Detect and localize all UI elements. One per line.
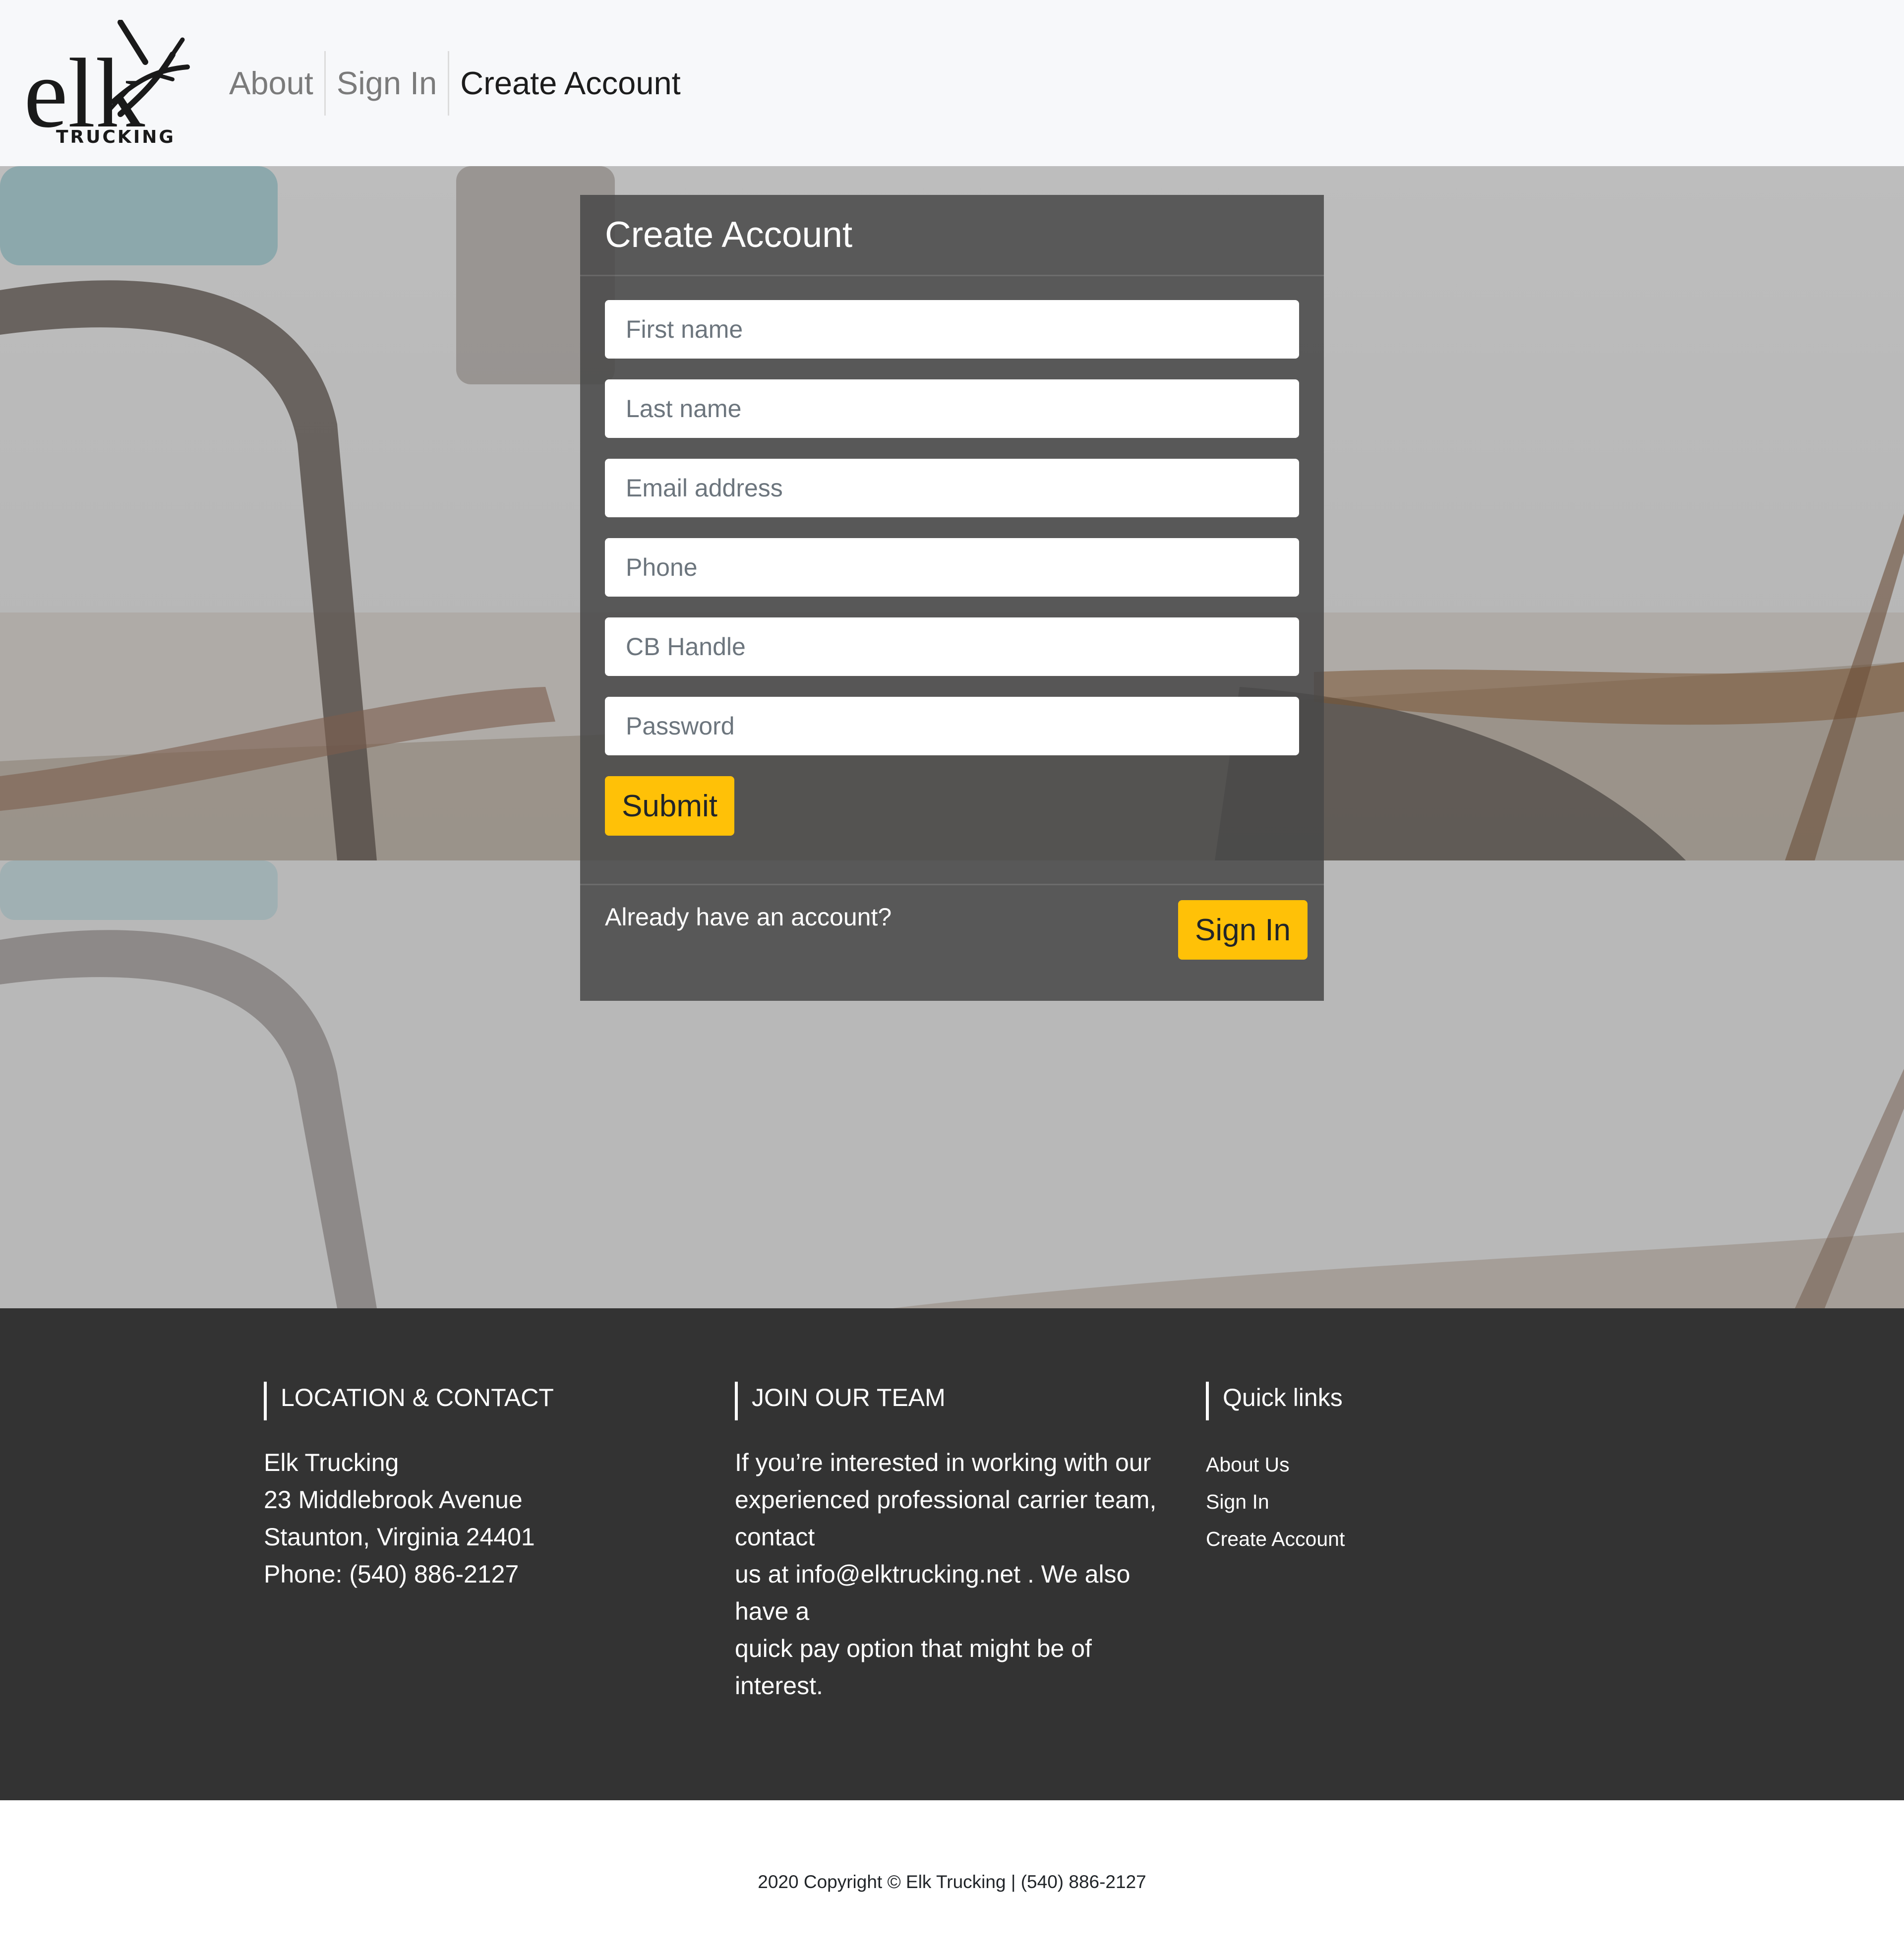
card-footer-divider bbox=[580, 884, 1324, 885]
elk-trucking-logo[interactable]: elk TRUCKING bbox=[24, 19, 192, 148]
card-title: Create Account bbox=[605, 215, 853, 255]
nav-links: About Sign In Create Account bbox=[218, 0, 692, 166]
company-name: Elk Trucking bbox=[264, 1449, 399, 1476]
site-footer: LOCATION & CONTACT Elk Trucking 23 Middl… bbox=[0, 1308, 1904, 1800]
quick-links-list: About Us Sign In Create Account bbox=[1206, 1446, 1345, 1558]
location-contact-text: Elk Trucking 23 Middlebrook Avenue Staun… bbox=[264, 1444, 554, 1593]
email-address-input[interactable] bbox=[605, 459, 1299, 517]
already-have-account-text: Already have an account? bbox=[605, 903, 892, 931]
password-input[interactable] bbox=[605, 697, 1299, 755]
card-body: Submit bbox=[580, 276, 1324, 836]
join-text-line: quick pay option that might be of bbox=[735, 1635, 1092, 1662]
join-text-line: us at info@elktrucking.net . We also bbox=[735, 1560, 1130, 1588]
nav-link-about[interactable]: About bbox=[218, 51, 326, 116]
elk-antler-logo-icon: elk TRUCKING bbox=[24, 19, 190, 148]
join-text-line: contact bbox=[735, 1523, 815, 1551]
footer-join-column: JOIN OUR TEAM If you’re interested in wo… bbox=[735, 1382, 1156, 1705]
quick-link-about-us[interactable]: About Us bbox=[1206, 1446, 1345, 1483]
submit-button[interactable]: Submit bbox=[605, 776, 734, 836]
join-text-line: have a bbox=[735, 1597, 810, 1625]
quick-link-create-account[interactable]: Create Account bbox=[1206, 1521, 1345, 1558]
create-account-card: Create Account Submit bbox=[580, 195, 1324, 1001]
quick-link-sign-in[interactable]: Sign In bbox=[1206, 1483, 1345, 1521]
navbar: elk TRUCKING About Sign In Create Accoun… bbox=[0, 0, 1904, 166]
city-state-zip: Staunton, Virginia 24401 bbox=[264, 1523, 535, 1551]
street-address: 23 Middlebrook Avenue bbox=[264, 1486, 523, 1514]
cb-handle-input[interactable] bbox=[605, 617, 1299, 676]
join-text-line: experienced professional carrier team, bbox=[735, 1486, 1157, 1514]
location-contact-heading: LOCATION & CONTACT bbox=[264, 1382, 554, 1420]
first-name-input[interactable] bbox=[605, 300, 1299, 359]
card-header: Create Account bbox=[580, 195, 1324, 276]
quick-links-heading: Quick links bbox=[1206, 1382, 1345, 1420]
footer-quick-links-column: Quick links About Us Sign In Create Acco… bbox=[1206, 1382, 1345, 1558]
copyright-bar: 2020 Copyright © Elk Trucking | (540) 88… bbox=[0, 1800, 1904, 1955]
phone-input[interactable] bbox=[605, 538, 1299, 597]
nav-link-sign-in[interactable]: Sign In bbox=[326, 51, 450, 116]
phone-number: Phone: (540) 886-2127 bbox=[264, 1560, 519, 1588]
footer-location-column: LOCATION & CONTACT Elk Trucking 23 Middl… bbox=[264, 1382, 554, 1593]
nav-link-create-account[interactable]: Create Account bbox=[449, 51, 691, 116]
sign-in-button[interactable]: Sign In bbox=[1178, 900, 1308, 960]
join-text-line: interest. bbox=[735, 1672, 823, 1700]
copyright-text: 2020 Copyright © Elk Trucking | (540) 88… bbox=[758, 1872, 1146, 1892]
join-our-team-heading: JOIN OUR TEAM bbox=[735, 1382, 1156, 1420]
last-name-input[interactable] bbox=[605, 379, 1299, 438]
svg-text:TRUCKING: TRUCKING bbox=[56, 127, 176, 146]
join-our-team-text: If you’re interested in working with our… bbox=[735, 1444, 1156, 1705]
join-text-line: If you’re interested in working with our bbox=[735, 1449, 1151, 1476]
